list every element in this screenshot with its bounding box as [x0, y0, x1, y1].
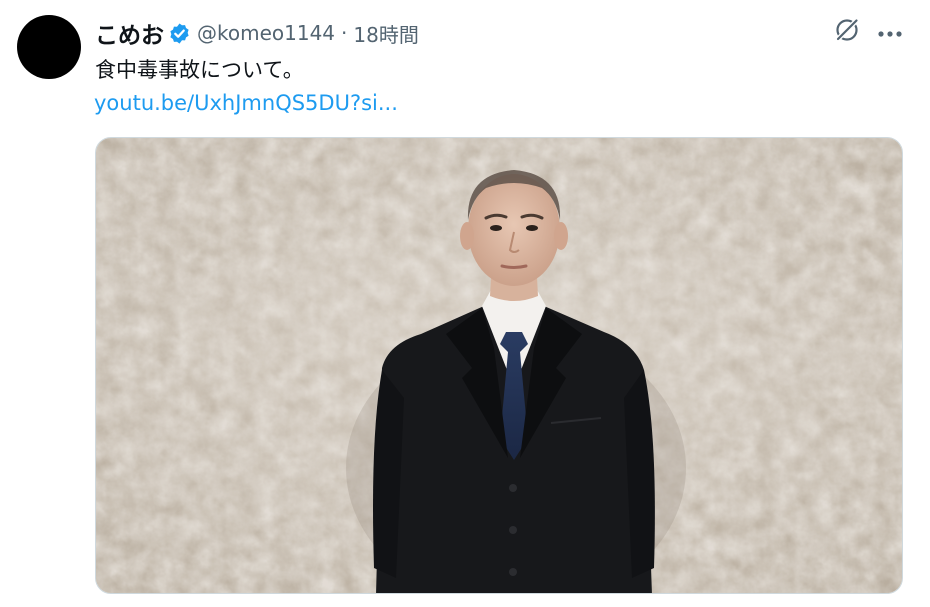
tweet-link[interactable]: youtu.be/UxhJmnQS5DU?si... — [94, 88, 398, 118]
user-handle[interactable]: @komeo1144 — [197, 21, 335, 45]
video-thumbnail[interactable] — [95, 137, 903, 594]
tweet-header: こめお @komeo1144 · 18時間 — [95, 16, 419, 50]
timestamp[interactable]: 18時間 — [353, 19, 418, 48]
grok-button[interactable] — [831, 16, 863, 48]
display-name[interactable]: こめお — [95, 16, 164, 50]
separator-dot: · — [341, 21, 348, 45]
tweet-text: 食中毒事故について。 — [95, 58, 304, 82]
avatar[interactable] — [17, 15, 81, 79]
video-thumbnail-image — [96, 138, 902, 593]
more-button[interactable] — [873, 16, 907, 48]
more-horizontal-icon — [877, 23, 903, 42]
grok-icon — [833, 16, 861, 48]
tweet-card[interactable]: こめお @komeo1144 · 18時間 食中毒事故について。 youtu.b… — [0, 0, 930, 607]
verified-badge-icon — [168, 22, 191, 45]
